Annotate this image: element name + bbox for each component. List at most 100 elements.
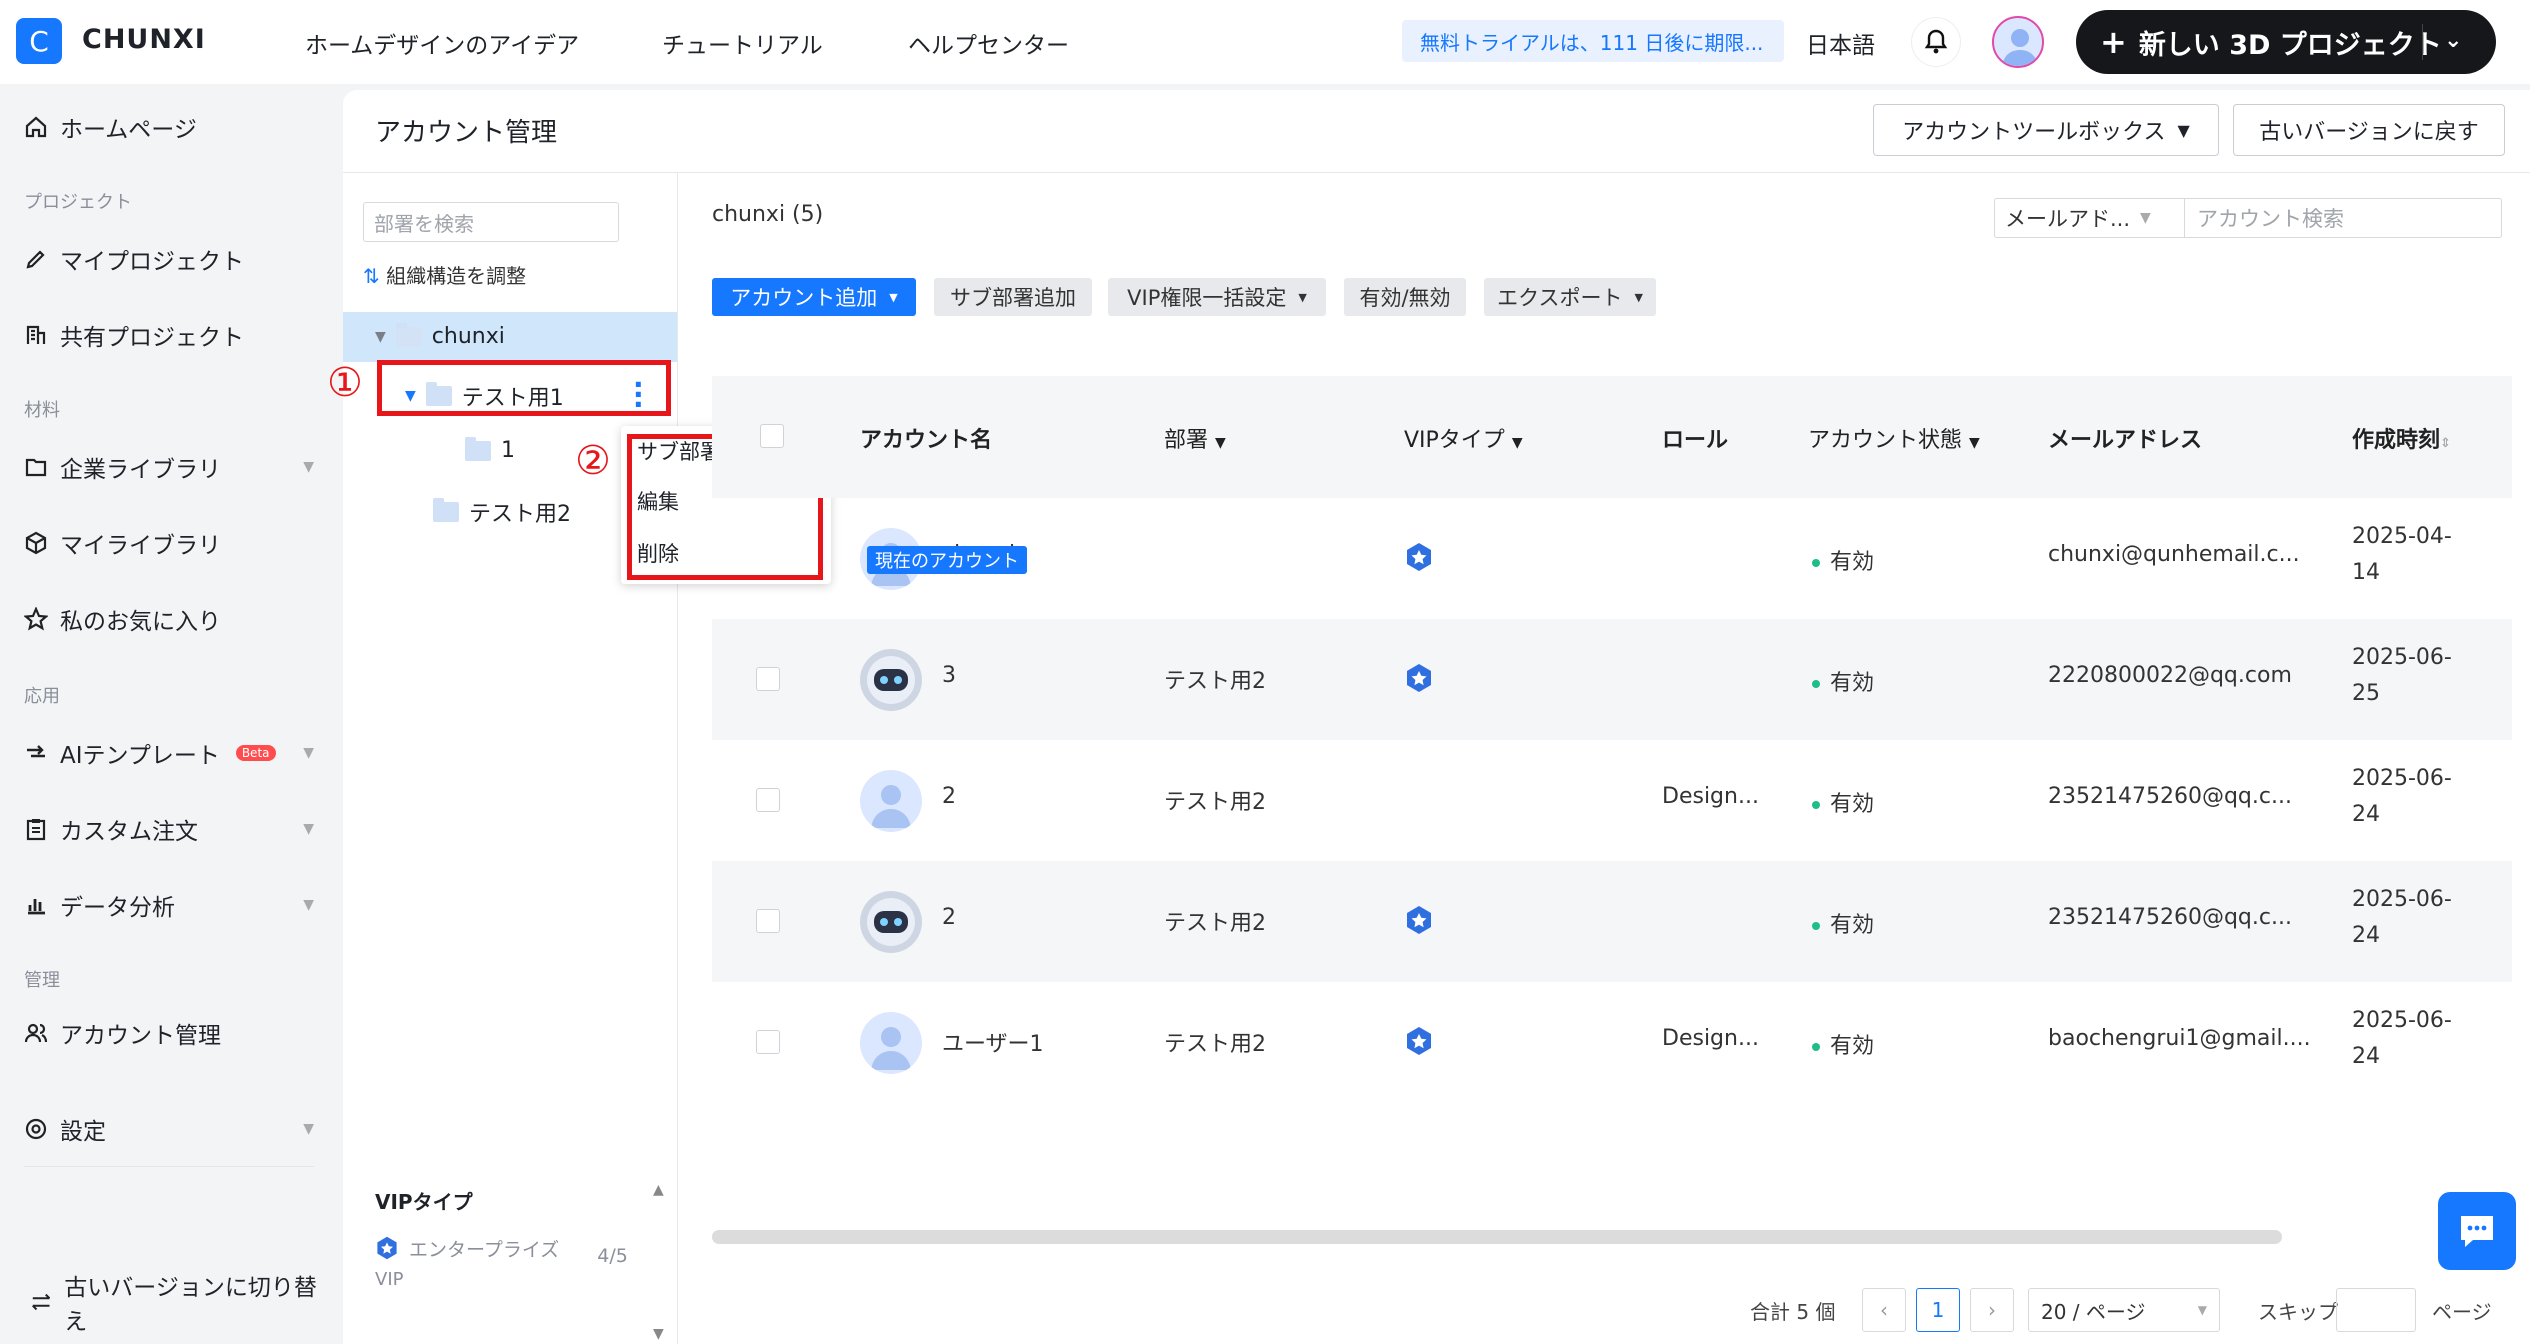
row-checkbox[interactable] — [756, 788, 780, 812]
status: 有効 — [1812, 907, 1874, 939]
sidebar-item-my-library[interactable]: マイライブラリ — [24, 526, 314, 560]
sidebar-item-ai-templates[interactable]: AIテンプレート Beta ▼ — [24, 736, 314, 770]
main-panel: アカウント管理 アカウントツールボックス ▼ 古いバージョンに戻す 部署を検索 … — [327, 90, 2530, 1344]
caret-down-icon[interactable]: ▼ — [375, 329, 386, 345]
panel-scroll-up-icon[interactable]: ▲ — [653, 1182, 664, 1198]
top-bar: C CHUNXI ホームデザインのアイデア チュートリアル ヘルプセンター 無料… — [0, 0, 2530, 84]
sidebar-item-custom-orders[interactable]: カスタム注文 ▼ — [24, 812, 314, 846]
nav-tutorial[interactable]: チュートリアル — [662, 26, 823, 60]
tree-node-1[interactable]: 1 — [465, 436, 515, 463]
sidebar-item-favorites[interactable]: 私のお気に入り — [24, 602, 314, 636]
skip-page-input[interactable] — [2336, 1288, 2416, 1332]
folder-icon — [465, 436, 491, 461]
switch-old-version-link[interactable]: 古いバージョンに切り替え — [30, 1268, 320, 1336]
nav-help-center[interactable]: ヘルプセンター — [908, 26, 1069, 60]
created-date: 2025-04- — [2352, 524, 2452, 549]
chevron-down-icon[interactable]: ▼ — [303, 1121, 314, 1137]
plus-icon: + — [2100, 23, 2127, 61]
vip-badge-icon — [1404, 905, 1434, 941]
add-account-label: アカウント追加 — [730, 286, 878, 310]
page-1-button[interactable]: 1 — [1916, 1288, 1960, 1332]
building-icon — [26, 325, 46, 344]
role: Design... — [1662, 784, 1759, 809]
chevron-down-icon[interactable]: ▼ — [303, 459, 314, 475]
header-divider — [343, 172, 2530, 173]
pagination-total: 合計 5 個 — [1750, 1299, 1836, 1324]
chevron-right-icon: › — [1988, 1298, 1996, 1322]
page-size-select[interactable]: 20 / ページ ▼ — [2028, 1288, 2220, 1332]
sidebar-item-data-analysis[interactable]: データ分析 ▼ — [24, 888, 314, 922]
col-dept[interactable]: 部署 ▼ — [1164, 422, 1226, 454]
col-vip[interactable]: VIPタイプ ▼ — [1404, 422, 1523, 454]
trial-notice[interactable]: 無料トライアルは、111 日後に期限... — [1402, 20, 1784, 62]
brand-name[interactable]: CHUNXI — [82, 24, 206, 55]
created-date-day: 14 — [2352, 560, 2380, 585]
nav-design-ideas[interactable]: ホームデザインのアイデア — [305, 26, 579, 60]
adjust-structure-link[interactable]: ⇅ 組織構造を調整 — [363, 260, 526, 289]
col-status-label: アカウント状態 — [1808, 428, 1963, 453]
sidebar-item-label: カスタム注文 — [60, 819, 198, 845]
status-text: 有効 — [1830, 550, 1875, 575]
sidebar-item-account-management[interactable]: アカウント管理 — [24, 1016, 314, 1050]
row-checkbox[interactable] — [756, 1030, 780, 1054]
vip-bulk-button[interactable]: VIP権限一括設定 ▼ — [1108, 278, 1326, 316]
created-date: 2025-06- — [2352, 766, 2452, 791]
caret-down-icon: ▼ — [1298, 290, 1307, 304]
tree-node-root[interactable]: ▼ chunxi — [375, 322, 505, 349]
tree-node-test2[interactable]: テスト用2 — [433, 496, 571, 528]
new-3d-project-button[interactable]: + 新しい 3D プロジェクト ⌄ — [2076, 10, 2496, 74]
language-selector[interactable]: 日本語 — [1806, 26, 1875, 60]
toolbox-label: アカウントツールボックス — [1902, 120, 2166, 145]
filter-icon: ▼ — [1215, 435, 1226, 451]
col-status[interactable]: アカウント状態 ▼ — [1808, 422, 1980, 454]
sidebar-item-shared-projects[interactable]: 共有プロジェクト — [24, 318, 314, 352]
sidebar-item-label: アカウント管理 — [60, 1023, 221, 1049]
export-button[interactable]: エクスポート ▼ — [1484, 278, 1656, 316]
add-sub-dept-button[interactable]: サブ部署追加 — [934, 278, 1092, 316]
chat-support-button[interactable] — [2438, 1192, 2516, 1270]
table-row[interactable]: 3 テスト用2 有効 2220800022@qq.com 2025-06- 25 — [712, 619, 2512, 740]
panel-scroll-down-icon[interactable]: ▼ — [653, 1326, 664, 1342]
account-toolbox-button[interactable]: アカウントツールボックス ▼ — [1873, 104, 2219, 156]
account-search-input[interactable]: アカウント検索 — [2185, 199, 2344, 237]
table-row[interactable]: 2 テスト用2 Design... 有効 23521475260@qq.c...… — [712, 740, 2512, 861]
horizontal-scrollbar[interactable] — [712, 1230, 2282, 1244]
table-row[interactable]: ユーザー1 テスト用2 Design... 有効 baochengrui1@gm… — [712, 982, 2512, 1103]
account-search: メールアド... ▼ アカウント検索 — [1994, 198, 2502, 238]
chevron-down-icon[interactable]: ▼ — [303, 745, 314, 761]
sidebar-item-enterprise-library[interactable]: 企業ライブラリ ▼ — [24, 450, 314, 484]
dept: テスト用2 — [1164, 1032, 1266, 1057]
vip-name: エンタープライズ — [409, 1238, 560, 1261]
chevron-down-icon[interactable]: ▼ — [303, 821, 314, 837]
sidebar-item-home[interactable]: ホームページ — [24, 110, 314, 144]
search-field-select[interactable]: メールアド... ▼ — [1995, 199, 2185, 237]
tree-node-label: テスト用2 — [469, 502, 571, 527]
revert-old-version-button[interactable]: 古いバージョンに戻す — [2233, 104, 2505, 156]
user-avatar[interactable] — [1992, 16, 2044, 68]
chevron-down-icon[interactable]: ▼ — [303, 897, 314, 913]
sidebar-item-settings[interactable]: 設定 ▼ — [24, 1112, 314, 1146]
vip-count: 4/5 — [597, 1245, 628, 1267]
dept-search-input[interactable]: 部署を検索 — [363, 202, 619, 242]
col-created[interactable]: 作成時刻⇕ — [2352, 422, 2451, 454]
next-page-button[interactable]: › — [1970, 1288, 2014, 1332]
prev-page-button[interactable]: ‹ — [1862, 1288, 1906, 1332]
select-all-checkbox[interactable] — [760, 424, 784, 448]
status-dot — [1812, 680, 1820, 688]
chevron-down-icon[interactable]: ⌄ — [2444, 28, 2462, 53]
chevron-down-icon: ▼ — [2140, 210, 2151, 226]
bell-icon[interactable] — [1912, 18, 1960, 66]
sidebar-item-my-projects[interactable]: マイプロジェクト — [24, 242, 314, 276]
sidebar-section-project: プロジェクト — [24, 192, 132, 213]
row-checkbox[interactable] — [756, 909, 780, 933]
created-date: 2025-06- — [2352, 645, 2452, 670]
created-date-day: 24 — [2352, 802, 2380, 827]
panel-divider — [677, 172, 678, 1344]
row-checkbox[interactable] — [756, 667, 780, 691]
toggle-status-button[interactable]: 有効/無効 — [1344, 278, 1466, 316]
logo-icon[interactable]: C — [16, 18, 62, 64]
status-dot — [1812, 801, 1820, 809]
vip-badge-icon — [1404, 1026, 1434, 1062]
add-account-button[interactable]: アカウント追加 ▼ — [712, 278, 916, 316]
table-row[interactable]: 2 テスト用2 有効 23521475260@qq.c... 2025-06- … — [712, 861, 2512, 982]
